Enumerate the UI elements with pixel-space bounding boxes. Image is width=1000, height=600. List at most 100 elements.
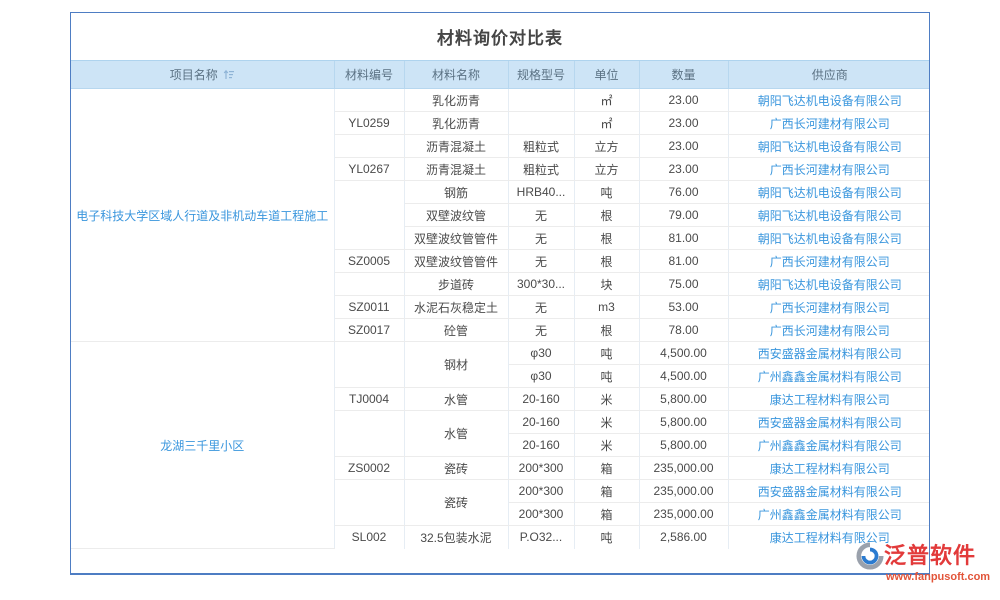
cell-spec: φ30 xyxy=(508,365,574,388)
page-title: 材料询价对比表 xyxy=(71,13,929,61)
cell-supplier: 广西长河建材有限公司 xyxy=(728,158,930,181)
cell-spec: φ30 xyxy=(508,342,574,365)
cell-unit: 根 xyxy=(574,319,639,342)
supplier-link[interactable]: 西安盛器金属材料有限公司 xyxy=(758,347,902,361)
cell-unit: 吨 xyxy=(574,365,639,388)
sort-icon[interactable] xyxy=(223,69,235,80)
cell-name: 32.5包装水泥 xyxy=(404,526,508,549)
cell-qty: 53.00 xyxy=(639,296,728,319)
cell-spec: 200*300 xyxy=(508,480,574,503)
cell-supplier: 广西长河建材有限公司 xyxy=(728,112,930,135)
cell-unit: 米 xyxy=(574,411,639,434)
cell-qty: 235,000.00 xyxy=(639,480,728,503)
cell-qty: 235,000.00 xyxy=(639,457,728,480)
cell-code: SZ0005 xyxy=(334,250,404,273)
cell-spec: 粗粒式 xyxy=(508,135,574,158)
cell-qty: 23.00 xyxy=(639,158,728,181)
cell-qty: 23.00 xyxy=(639,135,728,158)
column-header-project-label: 项目名称 xyxy=(170,68,218,82)
supplier-link[interactable]: 广州鑫鑫金属材料有限公司 xyxy=(758,439,902,453)
cell-unit: 米 xyxy=(574,388,639,411)
cell-spec: 粗粒式 xyxy=(508,158,574,181)
cell-name: 乳化沥青 xyxy=(404,89,508,112)
cell-unit: 吨 xyxy=(574,526,639,549)
cell-qty: 5,800.00 xyxy=(639,388,728,411)
project-cell: 龙湖三千里小区 xyxy=(71,342,334,549)
column-header-project[interactable]: 项目名称 xyxy=(71,61,334,89)
cell-code: TJ0004 xyxy=(334,388,404,411)
cell-code xyxy=(334,342,404,388)
cell-spec: 20-160 xyxy=(508,411,574,434)
cell-supplier: 广西长河建材有限公司 xyxy=(728,296,930,319)
supplier-link[interactable]: 朝阳飞达机电设备有限公司 xyxy=(758,232,902,246)
watermark-url: www.fanpusoft.com xyxy=(886,572,1000,583)
cell-unit: 箱 xyxy=(574,457,639,480)
supplier-link[interactable]: 朝阳飞达机电设备有限公司 xyxy=(758,186,902,200)
cell-code: SZ0011 xyxy=(334,296,404,319)
cell-supplier: 西安盛器金属材料有限公司 xyxy=(728,342,930,365)
supplier-link[interactable]: 康达工程材料有限公司 xyxy=(770,462,890,476)
cell-name: 步道砖 xyxy=(404,273,508,296)
cell-code: YL0267 xyxy=(334,158,404,181)
cell-supplier: 朝阳飞达机电设备有限公司 xyxy=(728,135,930,158)
cell-code: SZ0017 xyxy=(334,319,404,342)
cell-code xyxy=(334,181,404,250)
cell-code xyxy=(334,89,404,112)
cell-code xyxy=(334,411,404,457)
table-row: 龙湖三千里小区 钢材 φ30 吨 4,500.00 西安盛器金属材料有限公司 xyxy=(71,342,930,365)
supplier-link[interactable]: 朝阳飞达机电设备有限公司 xyxy=(758,94,902,108)
cell-supplier: 朝阳飞达机电设备有限公司 xyxy=(728,181,930,204)
cell-supplier: 广州鑫鑫金属材料有限公司 xyxy=(728,365,930,388)
supplier-link[interactable]: 广西长河建材有限公司 xyxy=(770,324,890,338)
cell-supplier: 朝阳飞达机电设备有限公司 xyxy=(728,273,930,296)
column-header-unit: 单位 xyxy=(574,61,639,89)
supplier-link[interactable]: 西安盛器金属材料有限公司 xyxy=(758,416,902,430)
cell-supplier: 朝阳飞达机电设备有限公司 xyxy=(728,227,930,250)
cell-unit: 块 xyxy=(574,273,639,296)
column-header-name: 材料名称 xyxy=(404,61,508,89)
supplier-link[interactable]: 西安盛器金属材料有限公司 xyxy=(758,485,902,499)
supplier-link[interactable]: 康达工程材料有限公司 xyxy=(770,393,890,407)
cell-unit: 箱 xyxy=(574,480,639,503)
cell-code: ZS0002 xyxy=(334,457,404,480)
cell-qty: 235,000.00 xyxy=(639,503,728,526)
cell-unit: 根 xyxy=(574,204,639,227)
comparison-table: 项目名称 材料编号 材料名称 规格型号 单位 数量 供应商 电子科技大学区域人行… xyxy=(71,61,930,549)
supplier-link[interactable]: 广西长河建材有限公司 xyxy=(770,163,890,177)
supplier-link[interactable]: 广州鑫鑫金属材料有限公司 xyxy=(758,508,902,522)
column-header-supplier: 供应商 xyxy=(728,61,930,89)
cell-supplier: 广西长河建材有限公司 xyxy=(728,250,930,273)
supplier-link[interactable]: 朝阳飞达机电设备有限公司 xyxy=(758,209,902,223)
cell-name: 双壁波纹管管件 xyxy=(404,250,508,273)
cell-unit: m3 xyxy=(574,296,639,319)
project-link[interactable]: 电子科技大学区域人行道及非机动车道工程施工 xyxy=(76,209,328,223)
column-header-spec: 规格型号 xyxy=(508,61,574,89)
cell-unit: ㎡ xyxy=(574,89,639,112)
cell-qty: 23.00 xyxy=(639,112,728,135)
cell-code xyxy=(334,135,404,158)
cell-code xyxy=(334,273,404,296)
cell-spec: 20-160 xyxy=(508,434,574,457)
cell-unit: 吨 xyxy=(574,181,639,204)
supplier-link[interactable]: 广西长河建材有限公司 xyxy=(770,117,890,131)
cell-spec: HRB40... xyxy=(508,181,574,204)
cell-unit: 根 xyxy=(574,227,639,250)
supplier-link[interactable]: 朝阳飞达机电设备有限公司 xyxy=(758,140,902,154)
supplier-link[interactable]: 广州鑫鑫金属材料有限公司 xyxy=(758,370,902,384)
cell-qty: 4,500.00 xyxy=(639,342,728,365)
cell-spec: 20-160 xyxy=(508,388,574,411)
cell-qty: 23.00 xyxy=(639,89,728,112)
supplier-link[interactable]: 广西长河建材有限公司 xyxy=(770,255,890,269)
cell-qty: 5,800.00 xyxy=(639,434,728,457)
cell-name: 双壁波纹管管件 xyxy=(404,227,508,250)
cell-name: 双壁波纹管 xyxy=(404,204,508,227)
cell-name: 水管 xyxy=(404,411,508,457)
project-link[interactable]: 龙湖三千里小区 xyxy=(160,439,244,453)
cell-name: 水管 xyxy=(404,388,508,411)
cell-qty: 76.00 xyxy=(639,181,728,204)
cell-name: 砼管 xyxy=(404,319,508,342)
comparison-panel: 材料询价对比表 项目名称 材料编号 材料名称 规格型号 单位 数量 供应商 电子… xyxy=(70,12,930,575)
supplier-link[interactable]: 广西长河建材有限公司 xyxy=(770,301,890,315)
supplier-link[interactable]: 朝阳飞达机电设备有限公司 xyxy=(758,278,902,292)
cell-name: 钢材 xyxy=(404,342,508,388)
